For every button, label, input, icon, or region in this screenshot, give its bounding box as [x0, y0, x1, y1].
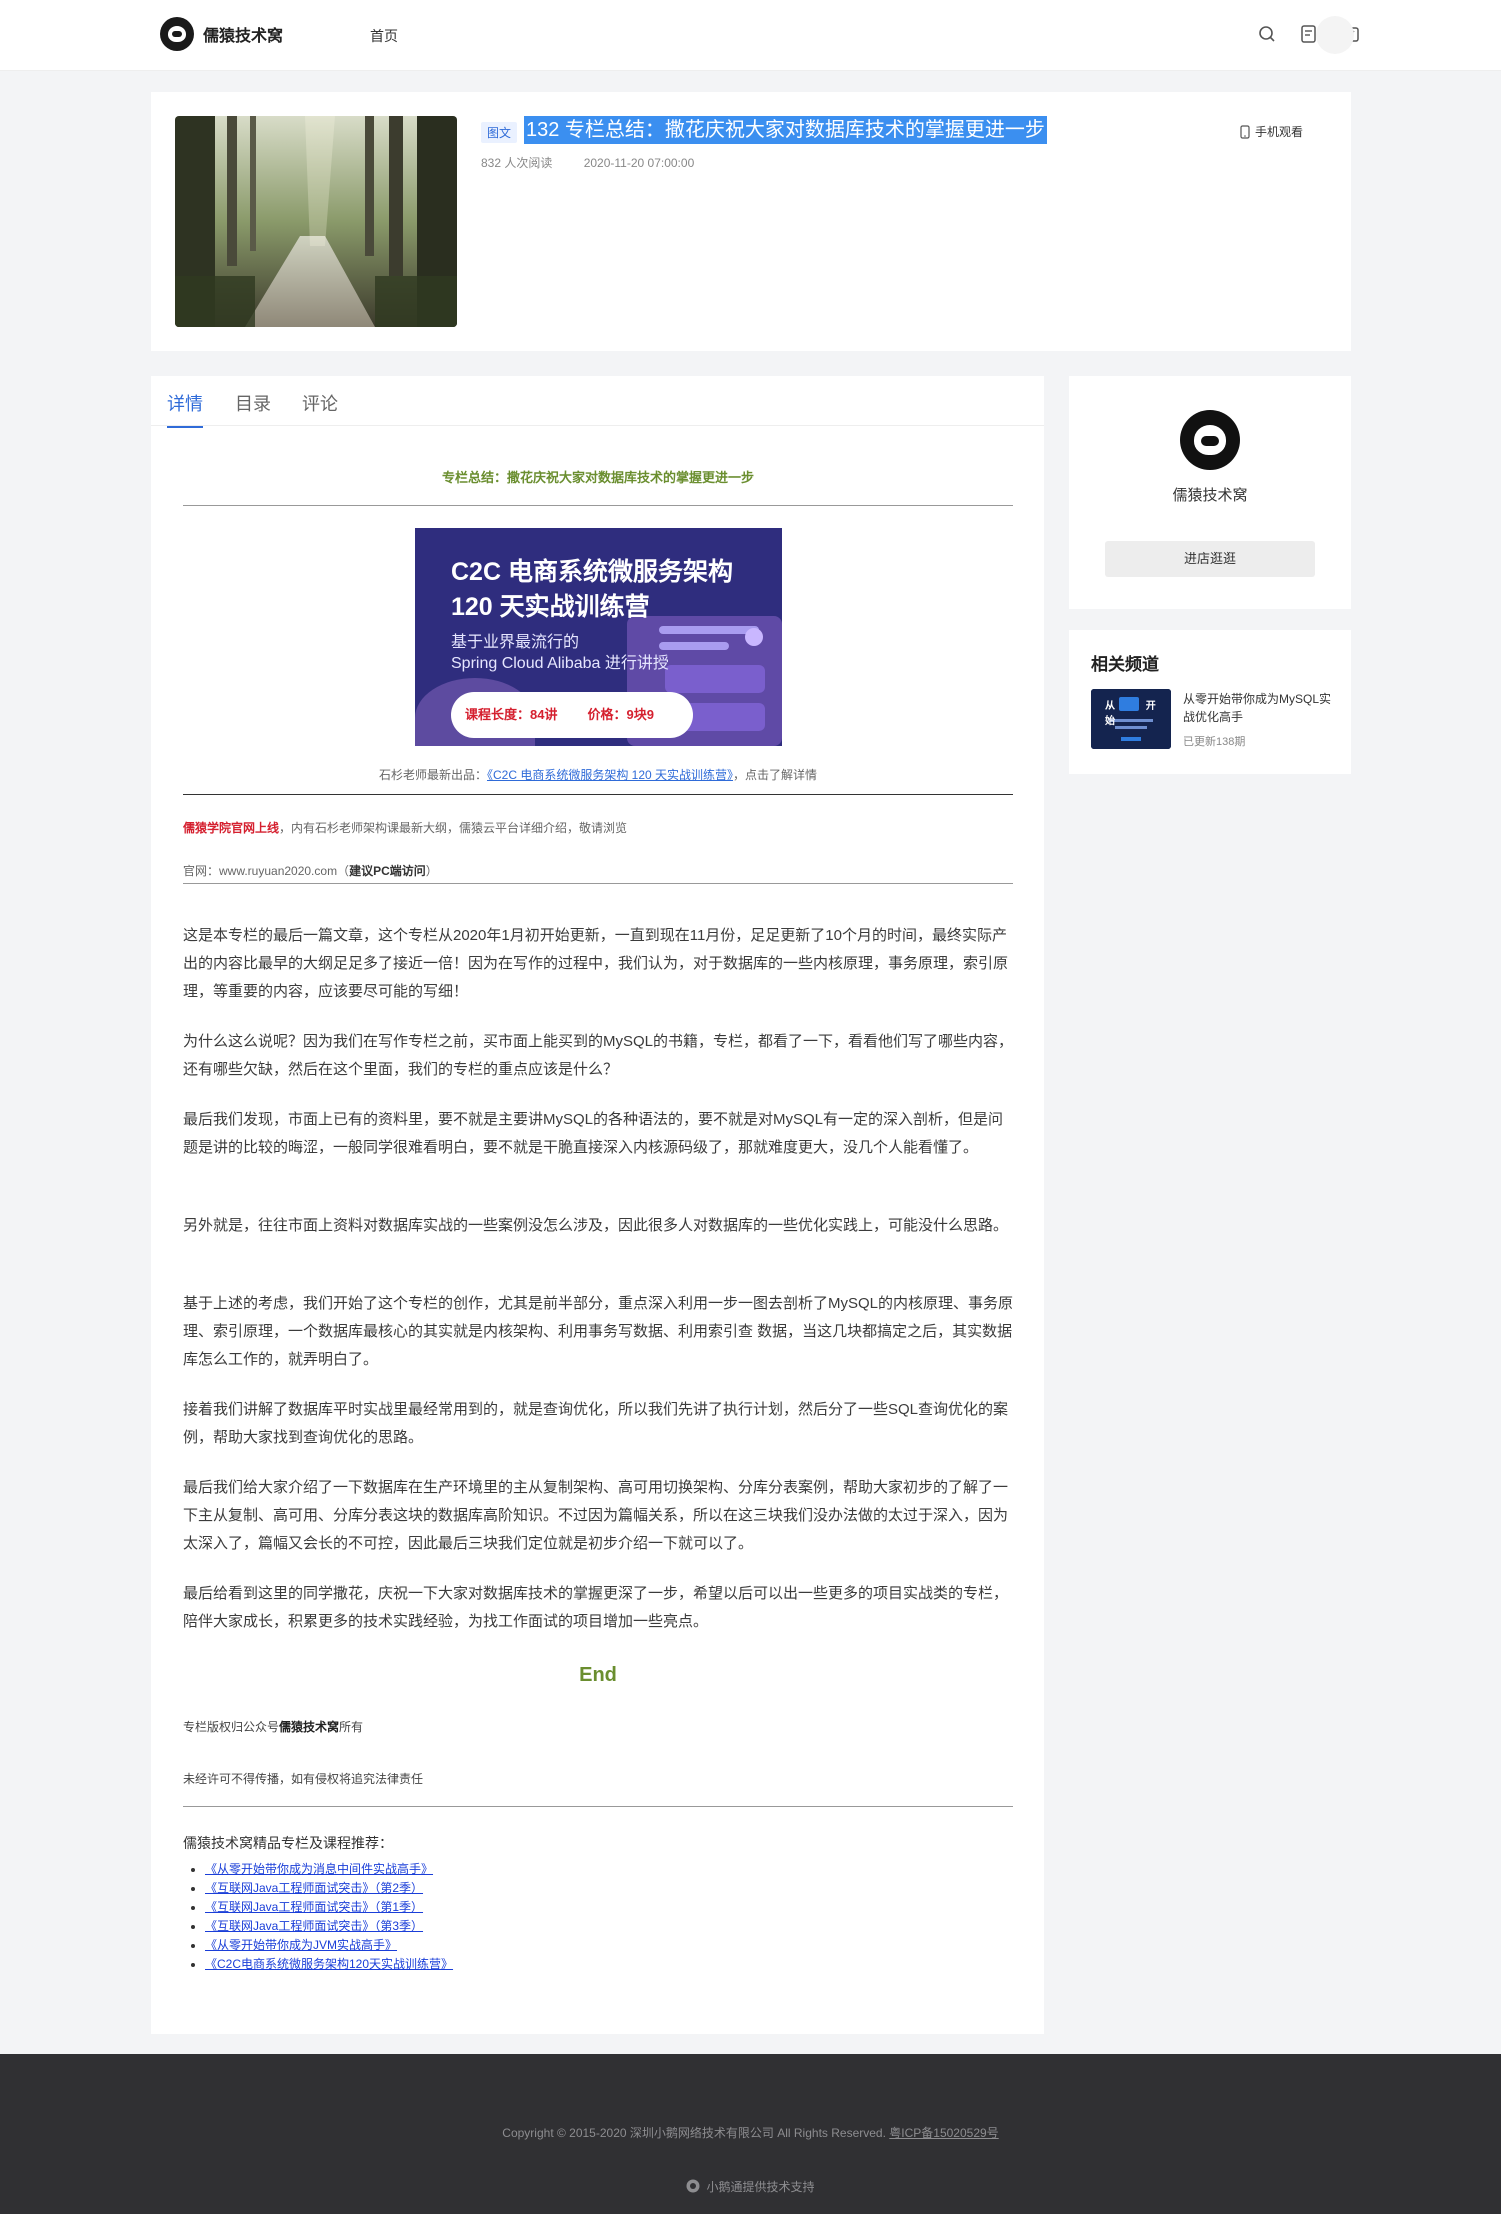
visit-shop-button[interactable]: 进店逛逛 [1105, 541, 1315, 577]
banner-price-pill: 课程长度：84讲 价格：9块9 [451, 692, 693, 738]
banner-sub2: Spring Cloud Alibaba 进行讲授 [451, 655, 669, 672]
recommendation-link[interactable]: 《从零开始带你成为消息中间件实战高手》 [205, 1862, 433, 1876]
caption-prefix: 石杉老师最新出品： [378, 768, 487, 782]
recommendations-title: 儒猿技术窝精品专栏及课程推荐： [183, 1835, 393, 1851]
list-item: 《互联网Java工程师面试突击》（第1季） [205, 1898, 453, 1917]
article-paragraph: 最后我们给大家介绍了一下数据库在生产环境里的主从复制架构、高可用切换架构、分库分… [183, 1479, 1009, 1552]
note-highlight: 儒猿学院官网上线 [183, 821, 280, 835]
banner-decoration [665, 665, 765, 693]
site-bold: 建议PC端访问 [349, 864, 426, 878]
search-icon[interactable] [1257, 24, 1277, 44]
list-item: 《互联网Java工程师面试突击》（第3季） [205, 1917, 453, 1936]
banner-decoration [659, 626, 759, 634]
list-item: 《从零开始带你成为JVM实战高手》 [205, 1936, 453, 1955]
article-main-card: 详情 目录 评论 专栏总结：撒花庆祝大家对数据库技术的掌握更进一步 C2C 电商… [151, 376, 1044, 2034]
nav-home-link[interactable]: 首页 [370, 26, 398, 46]
related-channels-card: 相关频道 从 开始 从零开始带你成为MySQL实战优化高手 已更新138期 [1069, 630, 1351, 774]
course-price: 价格：9块9 [587, 707, 654, 722]
article-paragraph: 另外就是，往往市面上资料对数据库实战的一些案例没怎么涉及，因此很多人对数据库的一… [183, 1217, 1009, 1234]
article-paragraph: 最后我们发现，市面上已有的资料里，要不就是主要讲MySQL的各种语法的，要不就是… [183, 1111, 1004, 1156]
recommendations-list: 《从零开始带你成为消息中间件实战高手》 《互联网Java工程师面试突击》（第2季… [205, 1860, 453, 1974]
related-channels-title: 相关频道 [1091, 655, 1159, 674]
article-paragraph: 为什么这么说呢？因为我们在写作专栏之前，买市面上能买到的MySQL的书籍，专栏，… [183, 1033, 1014, 1078]
article-meta: 832 人次阅读 2020-11-20 07:00:00 [481, 154, 722, 171]
icp-link[interactable]: 粤ICP备15020529号 [889, 2126, 998, 2140]
course-banner-image[interactable]: C2C 电商系统微服务架构 120 天实战训练营 基于业界最流行的 Spring… [415, 528, 782, 746]
list-item: 《C2C电商系统微服务架构120天实战训练营》 [205, 1955, 453, 1974]
channel-thumbnail[interactable]: 从 开始 [1091, 689, 1171, 749]
rights-suffix: 所有 [339, 1720, 364, 1734]
article-hero-card: 图文 132 专栏总结：撒花庆祝大家对数据库技术的掌握更进一步 832 人次阅读… [151, 92, 1351, 351]
site-footer: Copyright © 2015-2020 深圳小鹅网络技术有限公司 All R… [0, 2054, 1501, 2214]
official-site-note: 儒猿学院官网上线，内有石杉老师架构课最新大纲，儒猿云平台详细介绍，敬请浏览 [183, 819, 627, 836]
article-paragraph: 接着我们讲解了数据库平时实战里最经常用到的，就是查询优化，所以我们先讲了执行计划… [183, 1401, 1009, 1446]
banner-sub1: 基于业界最流行的 [451, 634, 580, 651]
channel-title[interactable]: 从零开始带你成为MySQL实战优化高手 [1183, 690, 1333, 726]
recommendation-link[interactable]: 《互联网Java工程师面试突击》（第2季） [205, 1881, 423, 1895]
channel-thumb-text: 从 开始 [1105, 701, 1170, 727]
note-text: ，内有石杉老师架构课最新大纲，儒猿云平台详细介绍，敬请浏览 [279, 821, 628, 835]
copyright-text: Copyright © 2015-2020 深圳小鹅网络技术有限公司 All R… [502, 2126, 886, 2140]
copyright-line: Copyright © 2015-2020 深圳小鹅网络技术有限公司 All R… [0, 2124, 1501, 2141]
shop-card: 儒猿技术窝 进店逛逛 [1069, 376, 1351, 609]
rights-owner: 儒猿技术窝 [279, 1720, 340, 1734]
caption-suffix: ，点击了解详情 [733, 768, 818, 782]
recommendation-link[interactable]: 《互联网Java工程师面试突击》（第1季） [205, 1900, 423, 1914]
content-type-badge: 图文 [481, 122, 518, 143]
mobile-view-label: 手机观看 [1254, 125, 1303, 139]
course-link[interactable]: 《C2C 电商系统微服务架构 120 天实战训练营》 [487, 768, 733, 782]
banner-decoration [659, 642, 729, 650]
tab-catalog[interactable]: 目录 [235, 390, 271, 426]
cover-image [175, 116, 457, 327]
divider [183, 794, 1013, 795]
tab-details[interactable]: 详情 [167, 390, 203, 428]
shop-logo-icon [1180, 410, 1240, 470]
brand-name: 儒猿技术窝 [203, 28, 284, 45]
banner-decoration [745, 628, 763, 646]
shop-name: 儒猿技术窝 [1172, 487, 1248, 504]
banner-headline: C2C 电商系统微服务架构 120 天实战训练营 [451, 555, 733, 625]
article-paragraph: 最后给看到这里的同学撒花，庆祝一下大家对数据库技术的掌握更深了一步，希望以后可以… [183, 1585, 1009, 1630]
divider [183, 883, 1013, 884]
banner-line1: C2C 电商系统微服务架构 [451, 558, 733, 586]
powered-text: 小鹅通提供技术支持 [706, 2180, 815, 2194]
end-marker: End [579, 1664, 617, 1686]
banner-subtext: 基于业界最流行的 Spring Cloud Alibaba 进行讲授 [451, 632, 669, 674]
banner-line2: 120 天实战训练营 [451, 593, 650, 621]
top-navbar: 儒猿技术窝 首页 [0, 0, 1501, 71]
list-item: 《从零开始带你成为消息中间件实战高手》 [205, 1860, 453, 1879]
article-title: 132 专栏总结：撒花庆祝大家对数据库技术的掌握更进一步 [524, 116, 1047, 144]
divider [183, 505, 1013, 506]
site-suffix: ） [425, 864, 438, 878]
monkey-logo-icon [160, 17, 194, 51]
phone-icon [1240, 124, 1250, 139]
publish-date: 2020-11-20 07:00:00 [583, 156, 695, 170]
article-paragraph: 这是本专栏的最后一篇文章，这个专栏从2020年1月初开始更新，一直到现在11月份… [183, 927, 1009, 1000]
banner-caption: 石杉老师最新出品：《C2C 电商系统微服务架构 120 天实战训练营》，点击了解… [183, 766, 1013, 783]
channel-update-count: 已更新138期 [1183, 736, 1246, 748]
list-item: 《互联网Java工程师面试突击》（第2季） [205, 1879, 453, 1898]
xiaoe-logo-icon [686, 2179, 700, 2193]
tab-bar: 详情 目录 评论 [151, 376, 1044, 428]
brand-logo[interactable]: 儒猿技术窝 [160, 17, 283, 51]
copyright-note: 专栏版权归公众号儒猿技术窝所有 [183, 1718, 363, 1735]
recommendation-link[interactable]: 《互联网Java工程师面试突击》（第3季） [205, 1919, 423, 1933]
article-subtitle: 专栏总结：撒花庆祝大家对数据库技术的掌握更进一步 [441, 470, 754, 485]
powered-by: 小鹅通提供技术支持 [0, 2178, 1501, 2195]
recommendation-link[interactable]: 《C2C电商系统微服务架构120天实战训练营》 [205, 1957, 453, 1971]
site-prefix: 官网：www.ruyuan2020.com（ [183, 864, 350, 878]
article-paragraph: 基于上述的考虑，我们开始了这个专栏的创作，尤其是前半部分，重点深入利用一步一图去… [183, 1295, 1014, 1368]
legal-warning: 未经许可不得传播，如有侵权将追究法律责任 [183, 1772, 424, 1786]
divider [183, 1806, 1013, 1807]
official-site-url: 官网：www.ruyuan2020.com（建议PC端访问） [183, 862, 438, 879]
user-avatar[interactable] [1316, 16, 1354, 54]
read-count: 832 人次阅读 [481, 156, 553, 170]
mobile-view-button[interactable]: 手机观看 [1240, 123, 1303, 140]
tab-comments[interactable]: 评论 [302, 390, 338, 426]
course-length: 课程长度：84讲 [465, 707, 558, 722]
rights-prefix: 专栏版权归公众号 [183, 1720, 280, 1734]
recommendation-link[interactable]: 《从零开始带你成为JVM实战高手》 [205, 1938, 397, 1952]
